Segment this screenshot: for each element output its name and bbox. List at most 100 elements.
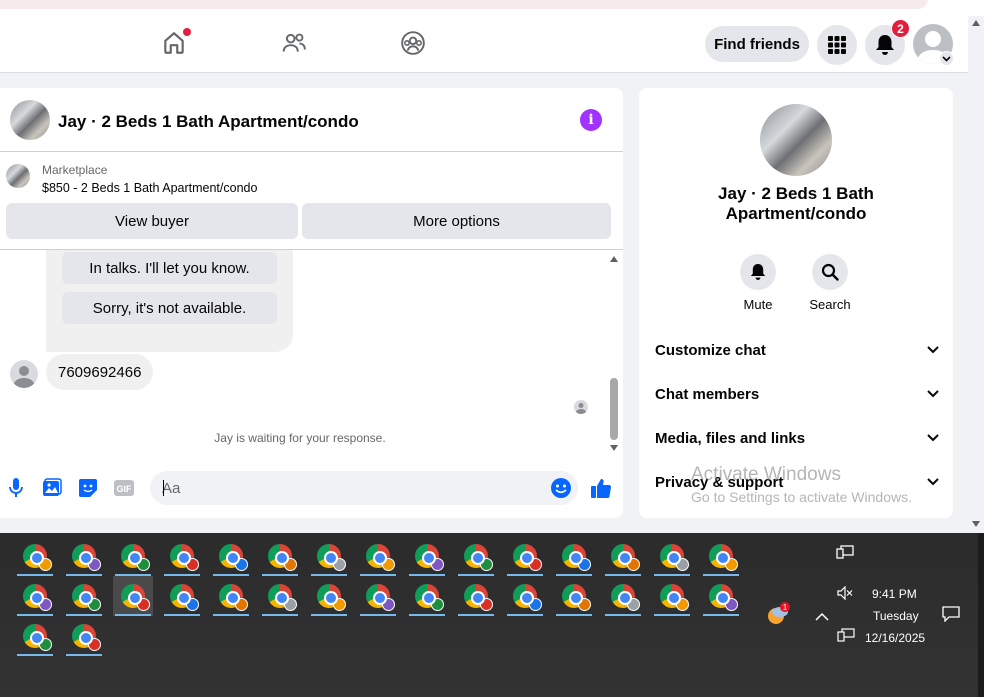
chrome-profile-taskbar-icon[interactable] [260,576,300,616]
action-center-icon[interactable] [942,606,960,623]
profile-badge-icon [137,558,150,571]
clock-date[interactable]: 12/16/2025 [865,631,925,645]
search-icon[interactable] [812,254,848,290]
network-icon[interactable] [837,628,855,642]
gif-icon[interactable]: GIF [113,477,135,499]
message-input[interactable] [162,471,542,505]
chrome-profile-taskbar-icon[interactable] [162,536,202,576]
chrome-profile-taskbar-icon[interactable] [603,536,643,576]
chrome-profile-taskbar-icon[interactable] [64,576,104,616]
thumbs-up-icon[interactable] [589,477,613,499]
profile-badge-icon [676,558,689,571]
chrome-profile-taskbar-icon[interactable] [652,536,692,576]
chrome-profile-taskbar-icon[interactable] [260,536,300,576]
chrome-profile-taskbar-icon[interactable] [456,536,496,576]
chat-scroll-thumb[interactable] [610,378,618,440]
chrome-profile-taskbar-icon[interactable] [554,536,594,576]
conversation-avatar[interactable] [760,104,832,176]
chrome-profile-taskbar-icon[interactable] [15,616,55,656]
listing-thumbnail[interactable] [10,100,50,140]
chrome-profile-taskbar-icon[interactable] [162,576,202,616]
chrome-profile-taskbar-icon[interactable] [652,576,692,616]
running-indicator [507,614,543,616]
chrome-profile-taskbar-icon[interactable] [64,536,104,576]
chrome-profile-taskbar-icon[interactable] [505,536,545,576]
photo-icon[interactable] [41,477,63,499]
running-indicator [605,614,641,616]
groups-icon[interactable] [398,28,428,58]
profile-badge-icon [88,638,101,651]
chrome-profile-taskbar-icon[interactable] [64,616,104,656]
chrome-profile-taskbar-icon[interactable] [211,576,251,616]
running-indicator [409,614,445,616]
running-indicator [703,614,739,616]
message-input-box[interactable] [150,471,578,505]
chrome-profile-taskbar-icon[interactable] [113,536,153,576]
message-bubble[interactable]: 7609692466 [46,354,154,390]
scroll-down-arrow-icon[interactable] [972,521,980,527]
info-icon[interactable]: i [580,109,602,131]
chrome-profile-taskbar-icon[interactable] [505,576,545,616]
network-status-icon[interactable] [836,544,854,560]
chrome-profile-taskbar-icon[interactable] [15,536,55,576]
section-label: Media, files and links [655,429,806,447]
clock-time[interactable]: 9:41 PM [872,587,917,601]
chrome-profile-taskbar-icon[interactable] [15,576,55,616]
profile-badge-icon [529,558,542,571]
chrome-icon [219,544,248,571]
chat-members-section[interactable]: Chat members [655,382,939,406]
customize-chat-section[interactable]: Customize chat [655,338,939,362]
running-indicator [164,614,200,616]
chrome-profile-taskbar-icon[interactable] [701,576,741,616]
friends-icon[interactable] [279,28,309,58]
section-label: Customize chat [655,341,766,359]
quick-reply-option[interactable]: In talks. I'll let you know. [62,252,277,284]
chrome-profile-taskbar-icon[interactable] [701,536,741,576]
scroll-up-arrow-icon[interactable] [972,20,980,26]
running-indicator [360,614,396,616]
listing-summary[interactable]: $850 - 2 Beds 1 Bath Apartment/condo [42,181,257,195]
media-files-links-section[interactable]: Media, files and links [655,426,939,450]
chrome-profile-taskbar-icon[interactable] [309,576,349,616]
microphone-icon[interactable] [5,477,27,499]
chrome-icon [219,584,248,611]
quick-reply-option[interactable]: Sorry, it's not available. [62,292,277,324]
home-notification-dot [183,28,191,36]
more-options-button[interactable]: More options [302,203,611,239]
chrome-icon [660,544,689,571]
chrome-profile-taskbar-icon[interactable] [309,536,349,576]
chat-scroll-up-icon[interactable] [610,256,618,262]
chrome-profile-taskbar-icon[interactable] [113,576,153,616]
buyer-avatar[interactable] [10,360,38,388]
chrome-profile-taskbar-icon[interactable] [456,576,496,616]
chrome-profile-taskbar-icon[interactable] [358,576,398,616]
weather-icon[interactable]: 1 [766,602,790,626]
marketplace-item-thumbnail [6,164,30,188]
search-action[interactable]: Search [800,254,860,312]
clock-day[interactable]: Tuesday [873,609,919,623]
chrome-profile-taskbar-icon[interactable] [603,576,643,616]
page-scrollbar[interactable] [968,16,984,533]
chrome-profile-taskbar-icon[interactable] [554,576,594,616]
find-friends-button[interactable]: Find friends [705,26,809,62]
chrome-icon [562,544,591,571]
speaker-muted-icon[interactable] [837,585,853,601]
running-indicator [458,614,494,616]
mute-action[interactable]: Mute [728,254,788,312]
emoji-icon[interactable] [550,477,572,499]
sticker-icon[interactable] [77,477,99,499]
chat-scroll-down-icon[interactable] [610,445,618,451]
chrome-profile-taskbar-icon[interactable] [407,536,447,576]
view-buyer-button[interactable]: View buyer [6,203,298,239]
menu-grid-icon[interactable] [817,25,857,65]
bell-icon[interactable] [740,254,776,290]
chrome-profile-taskbar-icon[interactable] [407,576,447,616]
show-hidden-icons-chevron-up-icon[interactable] [815,609,829,621]
profile-badge-icon [186,558,199,571]
chrome-profile-taskbar-icon[interactable] [358,536,398,576]
chrome-icon [415,584,444,611]
chevron-down-icon[interactable] [939,51,954,66]
chevron-down-icon [927,390,939,398]
chat-title[interactable]: Jay · 2 Beds 1 Bath Apartment/condo [58,112,359,132]
chrome-profile-taskbar-icon[interactable] [211,536,251,576]
